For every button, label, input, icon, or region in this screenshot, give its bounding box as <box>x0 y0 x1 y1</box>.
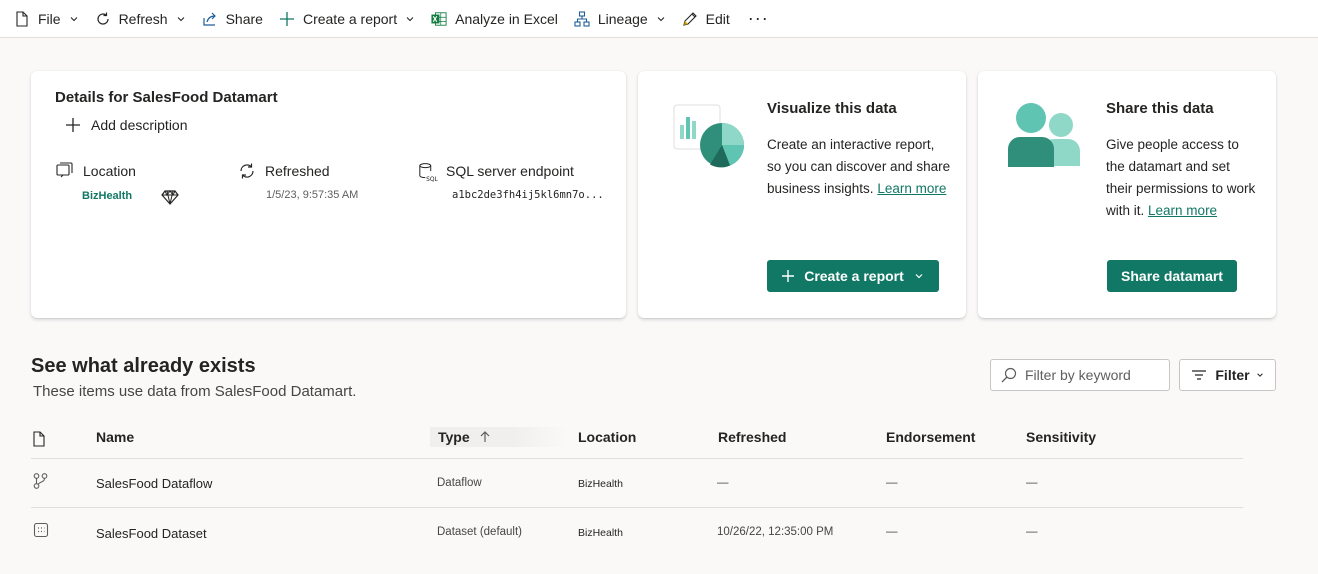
row-name[interactable]: SalesFood Dataflow <box>96 476 212 491</box>
sql-endpoint-section: SQL SQL server endpoint a1bc2de3fh4ij5kl… <box>418 161 604 201</box>
filter-by-keyword-input[interactable]: Filter by keyword <box>990 359 1170 391</box>
column-header-type-label: Type <box>438 429 470 445</box>
row-name[interactable]: SalesFood Dataset <box>96 526 207 541</box>
refresh-menu-button[interactable]: Refresh <box>87 0 194 38</box>
share-icon <box>202 11 218 27</box>
file-label: File <box>38 10 61 27</box>
chevron-down-icon <box>1256 371 1264 379</box>
lineage-label: Lineage <box>597 10 648 27</box>
location-link[interactable]: BizHealth <box>82 190 132 202</box>
visualize-title: Visualize this data <box>767 100 897 117</box>
column-header-location[interactable]: Location <box>578 429 636 445</box>
pencil-icon <box>682 11 698 27</box>
share-button[interactable]: Share <box>194 0 271 38</box>
workspace-icon <box>55 161 75 181</box>
row-endorsement: — <box>886 526 898 538</box>
row-location[interactable]: BizHealth <box>578 478 623 490</box>
refresh-icon <box>237 161 257 181</box>
file-icon <box>14 10 30 27</box>
lineage-icon <box>574 10 590 27</box>
chevron-down-icon <box>405 14 415 24</box>
sort-ascending-icon <box>480 430 490 446</box>
column-header-refreshed[interactable]: Refreshed <box>718 429 786 445</box>
sql-endpoint-value[interactable]: a1bc2de3fh4ij5kl6mn7o... <box>452 189 604 201</box>
add-description-label: Add description <box>91 117 188 133</box>
analyze-in-excel-button[interactable]: Analyze in Excel <box>423 0 566 38</box>
plus-icon <box>782 270 795 282</box>
create-report-button[interactable]: Create a report <box>767 260 939 292</box>
excel-icon <box>431 11 447 27</box>
sql-endpoint-label: SQL server endpoint <box>446 163 574 179</box>
row-location[interactable]: BizHealth <box>578 527 623 539</box>
refresh-label: Refresh <box>118 10 168 27</box>
share-title: Share this data <box>1106 100 1214 117</box>
filter-placeholder: Filter by keyword <box>1025 367 1131 383</box>
details-card: Details for SalesFood Datamart Add descr… <box>31 71 626 318</box>
chevron-down-icon <box>176 14 186 24</box>
chevron-down-icon <box>656 14 666 24</box>
table-divider <box>31 458 1243 459</box>
report-illustration-icon <box>670 103 746 171</box>
create-report-button-label: Create a report <box>804 268 904 284</box>
create-report-menu-button[interactable]: Create a report <box>271 0 423 38</box>
more-options-button[interactable]: ··· <box>738 0 779 38</box>
search-icon <box>1001 367 1017 383</box>
chevron-down-icon <box>914 271 924 281</box>
add-description-button[interactable]: Add description <box>65 117 188 133</box>
exists-subtitle: These items use data from SalesFood Data… <box>33 383 357 400</box>
edit-button[interactable]: Edit <box>674 0 738 38</box>
toolbar: File Refresh Share Create a report Analy… <box>0 0 1318 38</box>
sql-database-icon: SQL <box>418 161 438 183</box>
exists-title: See what already exists <box>31 355 256 377</box>
location-label: Location <box>83 163 136 179</box>
table-divider <box>31 507 1243 508</box>
refreshed-value: 1/5/23, 9:57:35 AM <box>266 189 359 201</box>
visualize-body: Create an interactive report, so you can… <box>767 134 952 200</box>
item-type-column-icon <box>32 431 48 447</box>
visualize-learn-more-link[interactable]: Learn more <box>877 181 946 196</box>
row-sensitivity: — <box>1026 477 1038 489</box>
refreshed-label: Refreshed <box>265 163 330 179</box>
plus-icon <box>279 11 295 27</box>
dataset-icon <box>33 522 49 538</box>
lineage-menu-button[interactable]: Lineage <box>566 0 674 38</box>
column-header-name[interactable]: Name <box>96 429 134 445</box>
row-type: Dataset (default) <box>437 526 523 538</box>
refresh-icon <box>95 11 111 27</box>
row-refreshed: — <box>717 477 729 489</box>
analyze-label: Analyze in Excel <box>455 10 558 27</box>
column-header-type[interactable]: Type <box>430 427 568 447</box>
share-card: Share this data Give people access to th… <box>978 71 1276 318</box>
details-title: Details for SalesFood Datamart <box>55 89 278 106</box>
row-endorsement: — <box>886 477 898 489</box>
share-label: Share <box>225 10 263 27</box>
visualize-card: Visualize this data Create an interactiv… <box>638 71 966 318</box>
share-learn-more-link[interactable]: Learn more <box>1148 203 1217 218</box>
row-refreshed: 10/26/22, 12:35:00 PM <box>717 526 834 538</box>
filter-button-label: Filter <box>1215 367 1250 383</box>
refreshed-section: Refreshed 1/5/23, 9:57:35 AM <box>237 161 358 201</box>
edit-label: Edit <box>705 10 730 27</box>
filter-button[interactable]: Filter <box>1179 359 1276 391</box>
people-illustration-icon <box>1004 101 1084 171</box>
filter-lines-icon <box>1191 367 1207 383</box>
location-section: Location <box>55 161 136 181</box>
svg-text:SQL: SQL <box>426 177 438 183</box>
share-body: Give people access to the datamart and s… <box>1106 134 1256 222</box>
row-sensitivity: — <box>1026 526 1038 538</box>
column-header-endorsement[interactable]: Endorsement <box>886 429 975 445</box>
plus-icon <box>65 117 81 133</box>
share-datamart-button[interactable]: Share datamart <box>1107 260 1237 292</box>
chevron-down-icon <box>69 14 79 24</box>
premium-diamond-icon <box>161 188 179 206</box>
column-header-sensitivity[interactable]: Sensitivity <box>1026 429 1096 445</box>
create-report-label: Create a report <box>302 10 398 27</box>
file-menu-button[interactable]: File <box>6 0 87 38</box>
row-type: Dataflow <box>437 477 482 489</box>
dataflow-icon <box>33 473 49 489</box>
